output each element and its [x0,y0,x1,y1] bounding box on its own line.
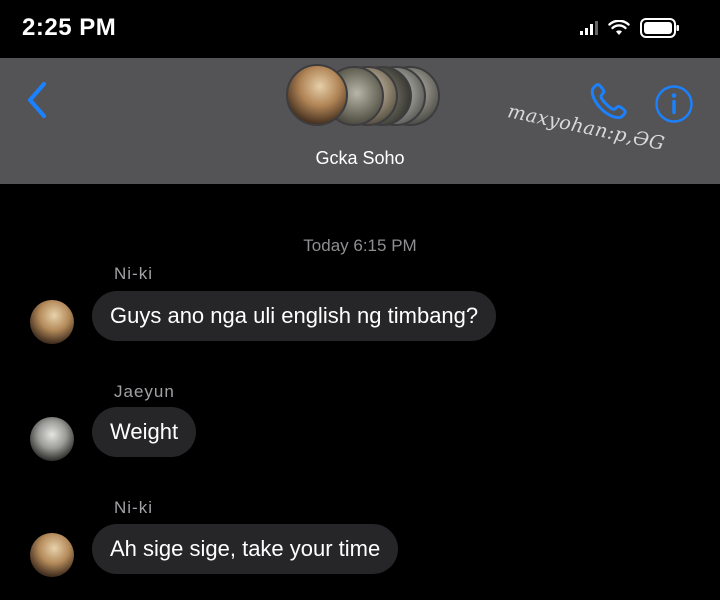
wifi-icon [608,20,630,35]
message-bubble[interactable]: Guys ano nga uli english ng timbang? [92,291,497,341]
status-icons [580,18,680,38]
status-time: 2:25 PM [22,14,117,41]
message-bubble[interactable]: Ah sige sige, take your time [92,524,399,574]
phone-icon [590,83,627,120]
message-bubble[interactable]: Weight [92,407,197,457]
signal-icon [580,21,598,35]
back-button[interactable] [22,80,54,120]
chevron-left-icon [28,82,46,118]
group-name[interactable]: Gcka Soho [0,148,720,169]
sender-avatar[interactable] [30,533,74,577]
sender-name: Jaeyun [114,382,175,401]
info-button[interactable] [654,84,694,124]
conversation-header: Gcka Soho maxyohan:p,ƏG [0,58,720,184]
info-icon [655,85,693,123]
sender-avatar[interactable] [30,417,74,461]
member-avatar [286,64,348,126]
battery-icon [640,18,679,38]
sender-name: Ni-ki [114,264,153,283]
sender-avatar[interactable] [30,300,74,344]
sender-name: Ni-ki [114,498,153,517]
group-avatars[interactable] [284,64,440,136]
status-bar: 2:25 PM [0,0,720,58]
conversation-timestamp: Today 6:15 PM [303,236,417,255]
call-button[interactable] [586,80,630,124]
